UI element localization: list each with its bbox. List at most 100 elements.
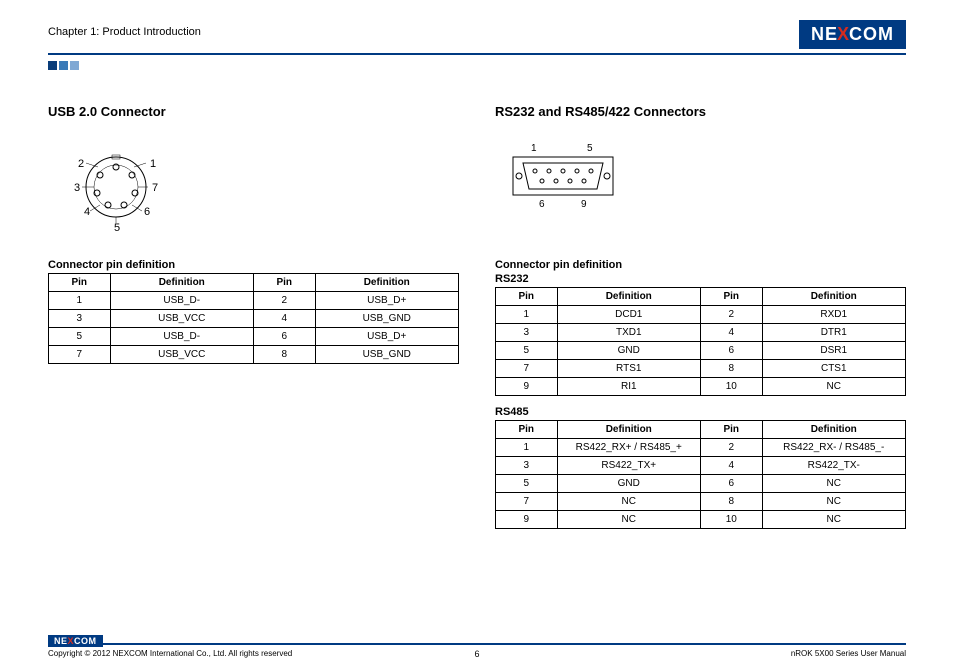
table-cell: NC	[557, 493, 701, 511]
usb-pin-table: Pin Definition Pin Definition 1USB_D-2US…	[48, 273, 459, 364]
table-header: Definition	[315, 274, 459, 292]
pin-label: 6	[144, 206, 150, 218]
pin-label: 6	[539, 199, 545, 210]
table-cell: USB_VCC	[110, 310, 254, 328]
table-row: 1USB_D-2USB_D+	[49, 292, 459, 310]
table-cell: RS422_RX- / RS485_-	[762, 439, 906, 457]
table-cell: 4	[701, 324, 763, 342]
table-header: Pin	[49, 274, 111, 292]
table-cell: DSR1	[762, 342, 906, 360]
pin-label: 3	[74, 182, 80, 194]
table-cell: NC	[762, 475, 906, 493]
table-cell: 1	[496, 306, 558, 324]
page-header: Chapter 1: Product Introduction NEXCOM	[48, 20, 906, 55]
table-cell: DTR1	[762, 324, 906, 342]
table-row: 3USB_VCC4USB_GND	[49, 310, 459, 328]
table-row: 9RI110NC	[496, 378, 906, 396]
table-header: Definition	[557, 421, 701, 439]
table-cell: RS422_RX+ / RS485_+	[557, 439, 701, 457]
pin-label: 5	[114, 222, 120, 234]
square-icon	[48, 61, 57, 70]
table-cell: 2	[701, 306, 763, 324]
chapter-title: Chapter 1: Product Introduction	[48, 20, 201, 38]
table-cell: 2	[254, 292, 316, 310]
rs485-pin-table: Pin Definition Pin Definition 1RS422_RX+…	[495, 420, 906, 529]
nexcom-logo: NEXCOM	[799, 20, 906, 49]
table-cell: USB_D-	[110, 292, 254, 310]
table-row: 1RS422_RX+ / RS485_+2RS422_RX- / RS485_-	[496, 439, 906, 457]
table-cell: TXD1	[557, 324, 701, 342]
table-cell: 3	[496, 457, 558, 475]
table-cell: NC	[557, 511, 701, 529]
table-cell: USB_D+	[315, 292, 459, 310]
table-cell: USB_GND	[315, 310, 459, 328]
rs-connector-section: RS232 and RS485/422 Connectors 1 5	[495, 104, 906, 529]
table-cell: 1	[496, 439, 558, 457]
table-cell: GND	[557, 342, 701, 360]
table-label: RS485	[495, 406, 906, 418]
table-row: 7NC8NC	[496, 493, 906, 511]
table-cell: 6	[701, 342, 763, 360]
section-title: RS232 and RS485/422 Connectors	[495, 104, 906, 119]
table-cell: 3	[49, 310, 111, 328]
table-cell: 7	[496, 493, 558, 511]
section-title: USB 2.0 Connector	[48, 104, 459, 119]
table-cell: 8	[254, 346, 316, 364]
pin-label: 5	[587, 143, 593, 154]
table-cell: 5	[49, 328, 111, 346]
table-row: 7RTS18CTS1	[496, 360, 906, 378]
table-label: RS232	[495, 273, 906, 285]
table-cell: USB_VCC	[110, 346, 254, 364]
table-header: Definition	[762, 288, 906, 306]
pin-label: 1	[150, 158, 156, 170]
pin-label: 2	[78, 158, 84, 170]
table-cell: 9	[496, 378, 558, 396]
table-row: 3RS422_TX+4RS422_TX-	[496, 457, 906, 475]
table-cell: CTS1	[762, 360, 906, 378]
table-cell: RI1	[557, 378, 701, 396]
table-cell: DCD1	[557, 306, 701, 324]
table-header: Pin	[254, 274, 316, 292]
table-header: Pin	[701, 288, 763, 306]
table-cell: 5	[496, 342, 558, 360]
table-cell: 9	[496, 511, 558, 529]
table-header: Definition	[762, 421, 906, 439]
table-row: 3TXD14DTR1	[496, 324, 906, 342]
subheading: Connector pin definition	[48, 259, 459, 271]
pin-label: 9	[581, 199, 587, 210]
table-cell: RXD1	[762, 306, 906, 324]
table-header: Pin	[701, 421, 763, 439]
table-cell: RS422_TX+	[557, 457, 701, 475]
table-header: Pin	[496, 421, 558, 439]
table-cell: USB_D+	[315, 328, 459, 346]
page-footer: NEXCOM Copyright © 2012 NEXCOM Internati…	[48, 643, 906, 658]
table-row: 5USB_D-6USB_D+	[49, 328, 459, 346]
table-cell: 3	[496, 324, 558, 342]
table-cell: 8	[701, 360, 763, 378]
nexcom-logo-small: NEXCOM	[48, 635, 103, 647]
table-cell: RS422_TX-	[762, 457, 906, 475]
table-cell: NC	[762, 511, 906, 529]
table-cell: 7	[496, 360, 558, 378]
table-row: 7USB_VCC8USB_GND	[49, 346, 459, 364]
table-cell: 4	[254, 310, 316, 328]
table-cell: 10	[701, 378, 763, 396]
table-cell: 5	[496, 475, 558, 493]
table-cell: NC	[762, 493, 906, 511]
rs232-pin-table: Pin Definition Pin Definition 1DCD12RXD1…	[495, 287, 906, 396]
usb-connector-diagram: 1 2 3 4 5 6 7	[56, 137, 459, 237]
table-cell: 1	[49, 292, 111, 310]
pin-label: 1	[531, 143, 537, 154]
table-row: 9NC10NC	[496, 511, 906, 529]
table-cell: GND	[557, 475, 701, 493]
pin-label: 4	[84, 206, 90, 218]
decorative-squares	[48, 61, 906, 70]
table-cell: 6	[254, 328, 316, 346]
manual-title: nROK 5X00 Series User Manual	[791, 649, 906, 658]
table-cell: 8	[701, 493, 763, 511]
table-cell: USB_GND	[315, 346, 459, 364]
subheading: Connector pin definition	[495, 259, 906, 271]
table-header: Pin	[496, 288, 558, 306]
page-number: 6	[474, 649, 479, 659]
table-header: Definition	[557, 288, 701, 306]
